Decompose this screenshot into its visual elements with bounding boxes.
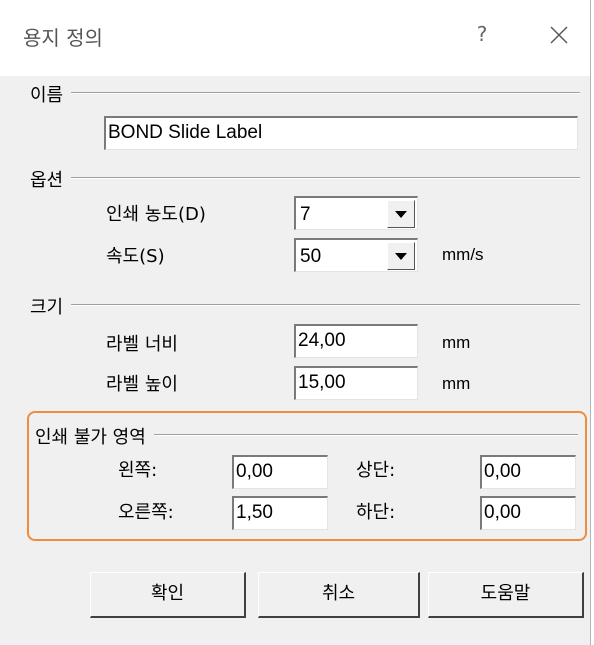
print-density-value: 7 — [300, 204, 311, 225]
label-height-unit: mm — [442, 374, 471, 393]
close-icon — [544, 20, 574, 50]
nonprint-group-label: 인쇄 불가 영역 — [35, 423, 154, 449]
label-width-unit: mm — [442, 333, 471, 352]
size-group-divider — [30, 304, 580, 306]
paper-definition-dialog: 용지 정의 ? 이름 BOND Slide Label 옵션 인쇄 농도(D) … — [0, 0, 591, 645]
options-group-label: 옵션 — [30, 166, 72, 192]
title-bar: 용지 정의 ? — [0, 0, 590, 76]
label-width-input[interactable]: 24,00 — [294, 324, 418, 358]
left-margin-input[interactable]: 0,00 — [232, 455, 328, 489]
label-height-input[interactable]: 15,00 — [294, 366, 418, 400]
right-margin-input[interactable]: 1,50 — [232, 496, 328, 530]
right-margin-label: 오른쪽: — [118, 502, 174, 523]
left-margin-label: 왼쪽: — [118, 460, 158, 481]
speed-label: 속도(S) — [106, 246, 165, 267]
name-group-divider — [30, 92, 580, 94]
dialog-title: 용지 정의 — [23, 26, 103, 50]
size-group-label: 크기 — [30, 293, 72, 319]
close-button[interactable] — [544, 20, 574, 50]
speed-unit: mm/s — [442, 245, 484, 264]
name-group-label: 이름 — [30, 81, 72, 107]
chevron-down-icon — [395, 211, 407, 218]
print-density-dropdown-button[interactable] — [387, 200, 415, 228]
help-button[interactable]: 도움말 — [428, 572, 584, 618]
bottom-margin-label: 하단: — [356, 502, 396, 523]
top-margin-input[interactable]: 0,00 — [480, 455, 576, 489]
speed-select[interactable]: 50 — [294, 238, 418, 272]
options-group-divider — [30, 177, 580, 179]
bottom-margin-input[interactable]: 0,00 — [480, 496, 576, 530]
speed-value: 50 — [300, 246, 322, 267]
top-margin-label: 상단: — [356, 460, 396, 481]
help-question-button[interactable]: ? — [470, 22, 494, 50]
speed-dropdown-button[interactable] — [387, 242, 415, 270]
print-density-select[interactable]: 7 — [294, 196, 418, 230]
label-height-label: 라벨 높이 — [106, 374, 178, 395]
ok-button[interactable]: 확인 — [90, 572, 246, 618]
name-input[interactable]: BOND Slide Label — [104, 116, 578, 150]
label-width-label: 라벨 너비 — [106, 334, 178, 355]
chevron-down-icon — [395, 253, 407, 260]
cancel-button[interactable]: 취소 — [258, 572, 420, 618]
print-density-label: 인쇄 농도(D) — [106, 204, 206, 225]
